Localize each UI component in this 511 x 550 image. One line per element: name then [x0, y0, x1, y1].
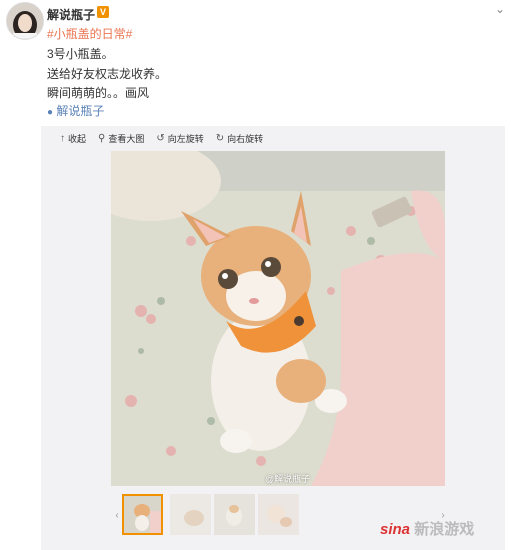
sina-games-watermark: sina 新浪游戏 [380, 518, 474, 539]
post-text-line-1: 3号小瓶盖。 [47, 47, 114, 61]
thumbnail-1-image [124, 496, 161, 533]
thumbnail-3-image [214, 494, 255, 535]
view-large-button[interactable]: ⚲ 查看大图 [98, 132, 144, 145]
rotate-left-icon: ↺ [156, 133, 165, 144]
rotate-right-button[interactable]: ↻ 向右旋转 [216, 132, 263, 145]
view-large-label: 查看大图 [108, 134, 145, 144]
chevron-down-icon[interactable]: ⌄ [495, 2, 505, 16]
collapse-button[interactable]: ↑ 收起 [60, 132, 86, 145]
rotate-left-button[interactable]: ↺ 向左旋转 [156, 132, 203, 145]
verified-badge: V [97, 6, 109, 18]
chevron-left-icon[interactable]: ‹ [112, 496, 122, 536]
sina-logo-text: sina [380, 521, 411, 538]
sina-games-text: 新浪游戏 [414, 521, 475, 538]
source-link-label: 解说瓶子 [56, 104, 105, 118]
location-pin-icon: ● [47, 107, 54, 118]
post-text-line-3: 瞬间萌萌的。。画风 [47, 86, 150, 100]
post-text-line-2: 送给好友权志龙收养。 [47, 67, 168, 81]
thumbnail-2[interactable] [170, 494, 211, 535]
avatar-image [7, 3, 43, 39]
rotate-right-label: 向右旋转 [227, 134, 264, 144]
rotate-left-label: 向左旋转 [167, 134, 204, 144]
thumbnail-1[interactable] [122, 494, 163, 535]
kitten-photo[interactable] [111, 151, 445, 486]
avatar[interactable] [6, 2, 44, 40]
kitten-illustration [111, 151, 445, 486]
thumbnail-4[interactable] [258, 494, 299, 535]
collapse-label: 收起 [68, 134, 87, 144]
topic-link[interactable]: #小瓶盖的日常# [47, 25, 132, 42]
thumbnail-2-image [170, 494, 211, 535]
photo-watermark: @解说瓶子 [265, 474, 311, 484]
collapse-icon: ↑ [60, 133, 65, 144]
image-toolbar: ↑ 收起 ⚲ 查看大图 ↺ 向左旋转 ↻ 向右旋转 [60, 132, 263, 145]
thumbnail-4-image [258, 494, 299, 535]
source-link[interactable]: ● 解说瓶子 [47, 102, 104, 119]
rotate-right-icon: ↻ [215, 133, 225, 144]
username[interactable]: 解说瓶子 [47, 6, 95, 23]
magnifier-icon: ⚲ [98, 133, 106, 144]
thumbnail-3[interactable] [214, 494, 255, 535]
